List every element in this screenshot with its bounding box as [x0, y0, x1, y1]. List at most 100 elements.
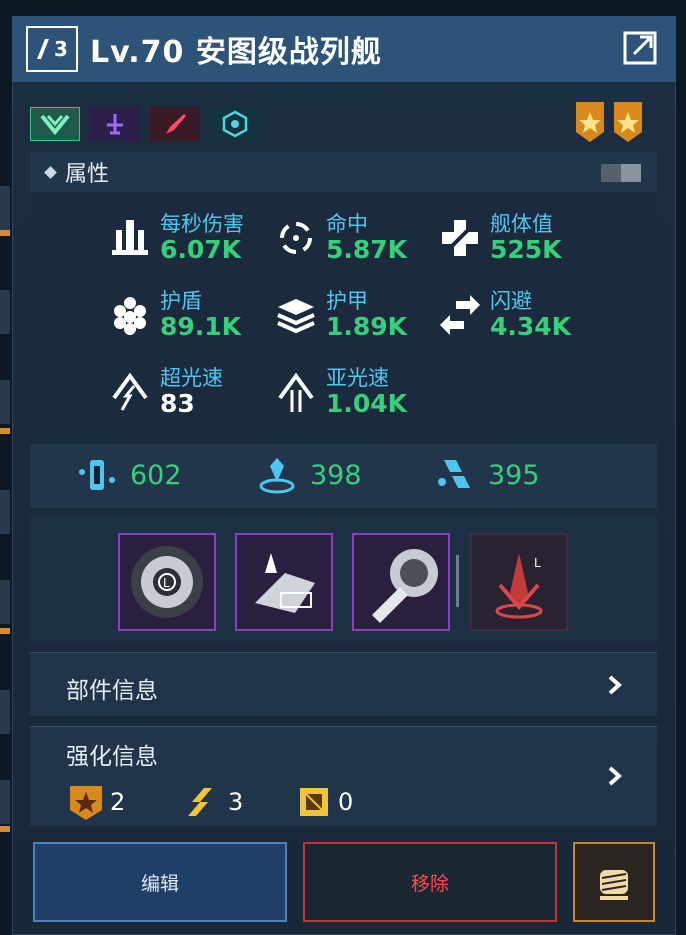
parts-info-label: 部件信息: [66, 678, 158, 704]
medals: [574, 100, 644, 144]
list-edge: [0, 780, 10, 824]
resource-crystal: 398: [254, 452, 362, 498]
enhance-value: 2: [110, 788, 126, 816]
equip-button[interactable]: [573, 842, 655, 922]
stat-value: 4.34K: [490, 312, 572, 341]
edit-button[interactable]: 编辑: [33, 842, 287, 922]
stat-ftl: 超光速 83: [106, 366, 223, 418]
turret-icon: [112, 220, 148, 255]
resource-value: 602: [130, 459, 182, 491]
parts-info-row[interactable]: 部件信息: [30, 652, 657, 716]
skill-slot-4[interactable]: L: [470, 533, 568, 631]
tag-atom[interactable]: [210, 107, 260, 141]
rank-slash-icon: [37, 39, 50, 59]
list-edge: [0, 380, 10, 424]
rank-number: 3: [54, 37, 68, 61]
skills-section: L L: [30, 515, 657, 643]
resource-deuterium: 395: [432, 452, 540, 498]
list-edge-accent: [0, 428, 10, 434]
chevron-right-icon: [608, 766, 623, 786]
stat-armor: 护甲 1.89K: [272, 289, 407, 341]
ship-tags: [30, 107, 260, 141]
enhance-value: 3: [228, 788, 244, 816]
sublight-arrow-icon: [278, 372, 314, 412]
skill-slot-3[interactable]: [352, 533, 450, 631]
stat-evasion: 闪避 4.34K: [436, 289, 571, 341]
enhance-rank-count: 3: [184, 782, 243, 822]
resource-value: 398: [310, 459, 362, 491]
vortex-skill-icon: L: [118, 533, 216, 631]
boost-skill-icon: [235, 533, 333, 631]
list-edge: [0, 186, 10, 230]
crosshair-icon: [280, 222, 312, 254]
stat-label: 护盾: [160, 289, 202, 313]
tag-anchor[interactable]: [90, 107, 140, 141]
anchor-icon: [107, 114, 123, 135]
stat-dps: 每秒伤害 6.07K: [106, 212, 244, 264]
rank-slash-icon: [188, 788, 212, 816]
enhance-star-count: 2: [66, 782, 125, 822]
stat-shield: 护盾 89.1K: [106, 289, 241, 341]
list-edge: [0, 580, 10, 624]
chip-icon: [300, 788, 328, 816]
tag-rank[interactable]: [30, 107, 80, 141]
deuterium-icon: [438, 460, 470, 488]
star-badge-icon: [70, 786, 102, 820]
list-edge: [0, 290, 10, 334]
enhance-info-label: 强化信息: [66, 744, 158, 770]
stat-value: 1.04K: [326, 389, 408, 418]
stat-hull: 舰体值 525K: [436, 212, 562, 264]
stat-value: 5.87K: [326, 235, 408, 264]
stat-accuracy: 命中 5.87K: [272, 212, 407, 264]
skill-divider: [456, 555, 459, 607]
shield-hex-icon: [114, 297, 146, 335]
attributes-header[interactable]: 属性: [30, 152, 657, 192]
list-edge: [0, 490, 10, 534]
resource-cost-bar: 602 398 395: [30, 444, 657, 508]
stat-value: 1.89K: [326, 312, 408, 341]
crystal-icon: [259, 458, 295, 494]
external-link-icon[interactable]: [622, 30, 658, 66]
armor-layers-icon: [277, 299, 315, 334]
tag-missile[interactable]: [150, 107, 200, 141]
metal-icon: [79, 460, 115, 490]
attributes-title: 属性: [65, 162, 110, 187]
diamond-icon: [44, 165, 57, 179]
list-edge-accent: [0, 230, 10, 236]
ftl-arrow-icon: [112, 372, 148, 411]
skill-slot-1[interactable]: L: [118, 533, 216, 631]
chevron-rank-icon: [40, 114, 70, 136]
resource-value: 395: [488, 459, 540, 491]
atom-icon: [222, 110, 248, 138]
rank-badge: 3: [26, 26, 78, 72]
stat-value: 525K: [490, 235, 562, 264]
enhance-chip-count: 0: [294, 782, 353, 822]
missile-icon: [166, 114, 186, 134]
panel-header: 3 Lv.70 安图级战列舰: [12, 16, 676, 82]
attributes-toggle[interactable]: [601, 164, 641, 182]
stat-value: 83: [160, 389, 195, 418]
stat-sublight: 亚光速 1.04K: [272, 366, 407, 418]
stat-label: 命中: [326, 212, 368, 236]
remove-button[interactable]: 移除: [303, 842, 557, 922]
list-edge-accent: [0, 628, 10, 634]
list-edge: [0, 690, 10, 734]
stat-label: 超光速: [160, 366, 223, 390]
svg-text:L: L: [163, 576, 170, 590]
star-medal-icon: [614, 102, 642, 142]
burst-skill-icon: L: [470, 533, 568, 631]
chevron-right-icon: [608, 675, 623, 695]
stat-label: 护甲: [326, 289, 368, 313]
fist-icon: [600, 870, 628, 900]
skill-slot-2[interactable]: [235, 533, 333, 631]
svg-text:L: L: [534, 556, 541, 570]
ship-title: Lv.70 安图级战列舰: [90, 35, 382, 70]
enhance-value: 0: [338, 788, 354, 816]
resource-metal: 602: [74, 452, 182, 498]
stat-label: 闪避: [490, 289, 532, 313]
stat-label: 亚光速: [326, 366, 389, 390]
stat-label: 舰体值: [490, 212, 553, 236]
stat-value: 6.07K: [160, 235, 242, 264]
evade-arrows-icon: [440, 295, 480, 335]
list-edge-accent: [0, 826, 10, 832]
